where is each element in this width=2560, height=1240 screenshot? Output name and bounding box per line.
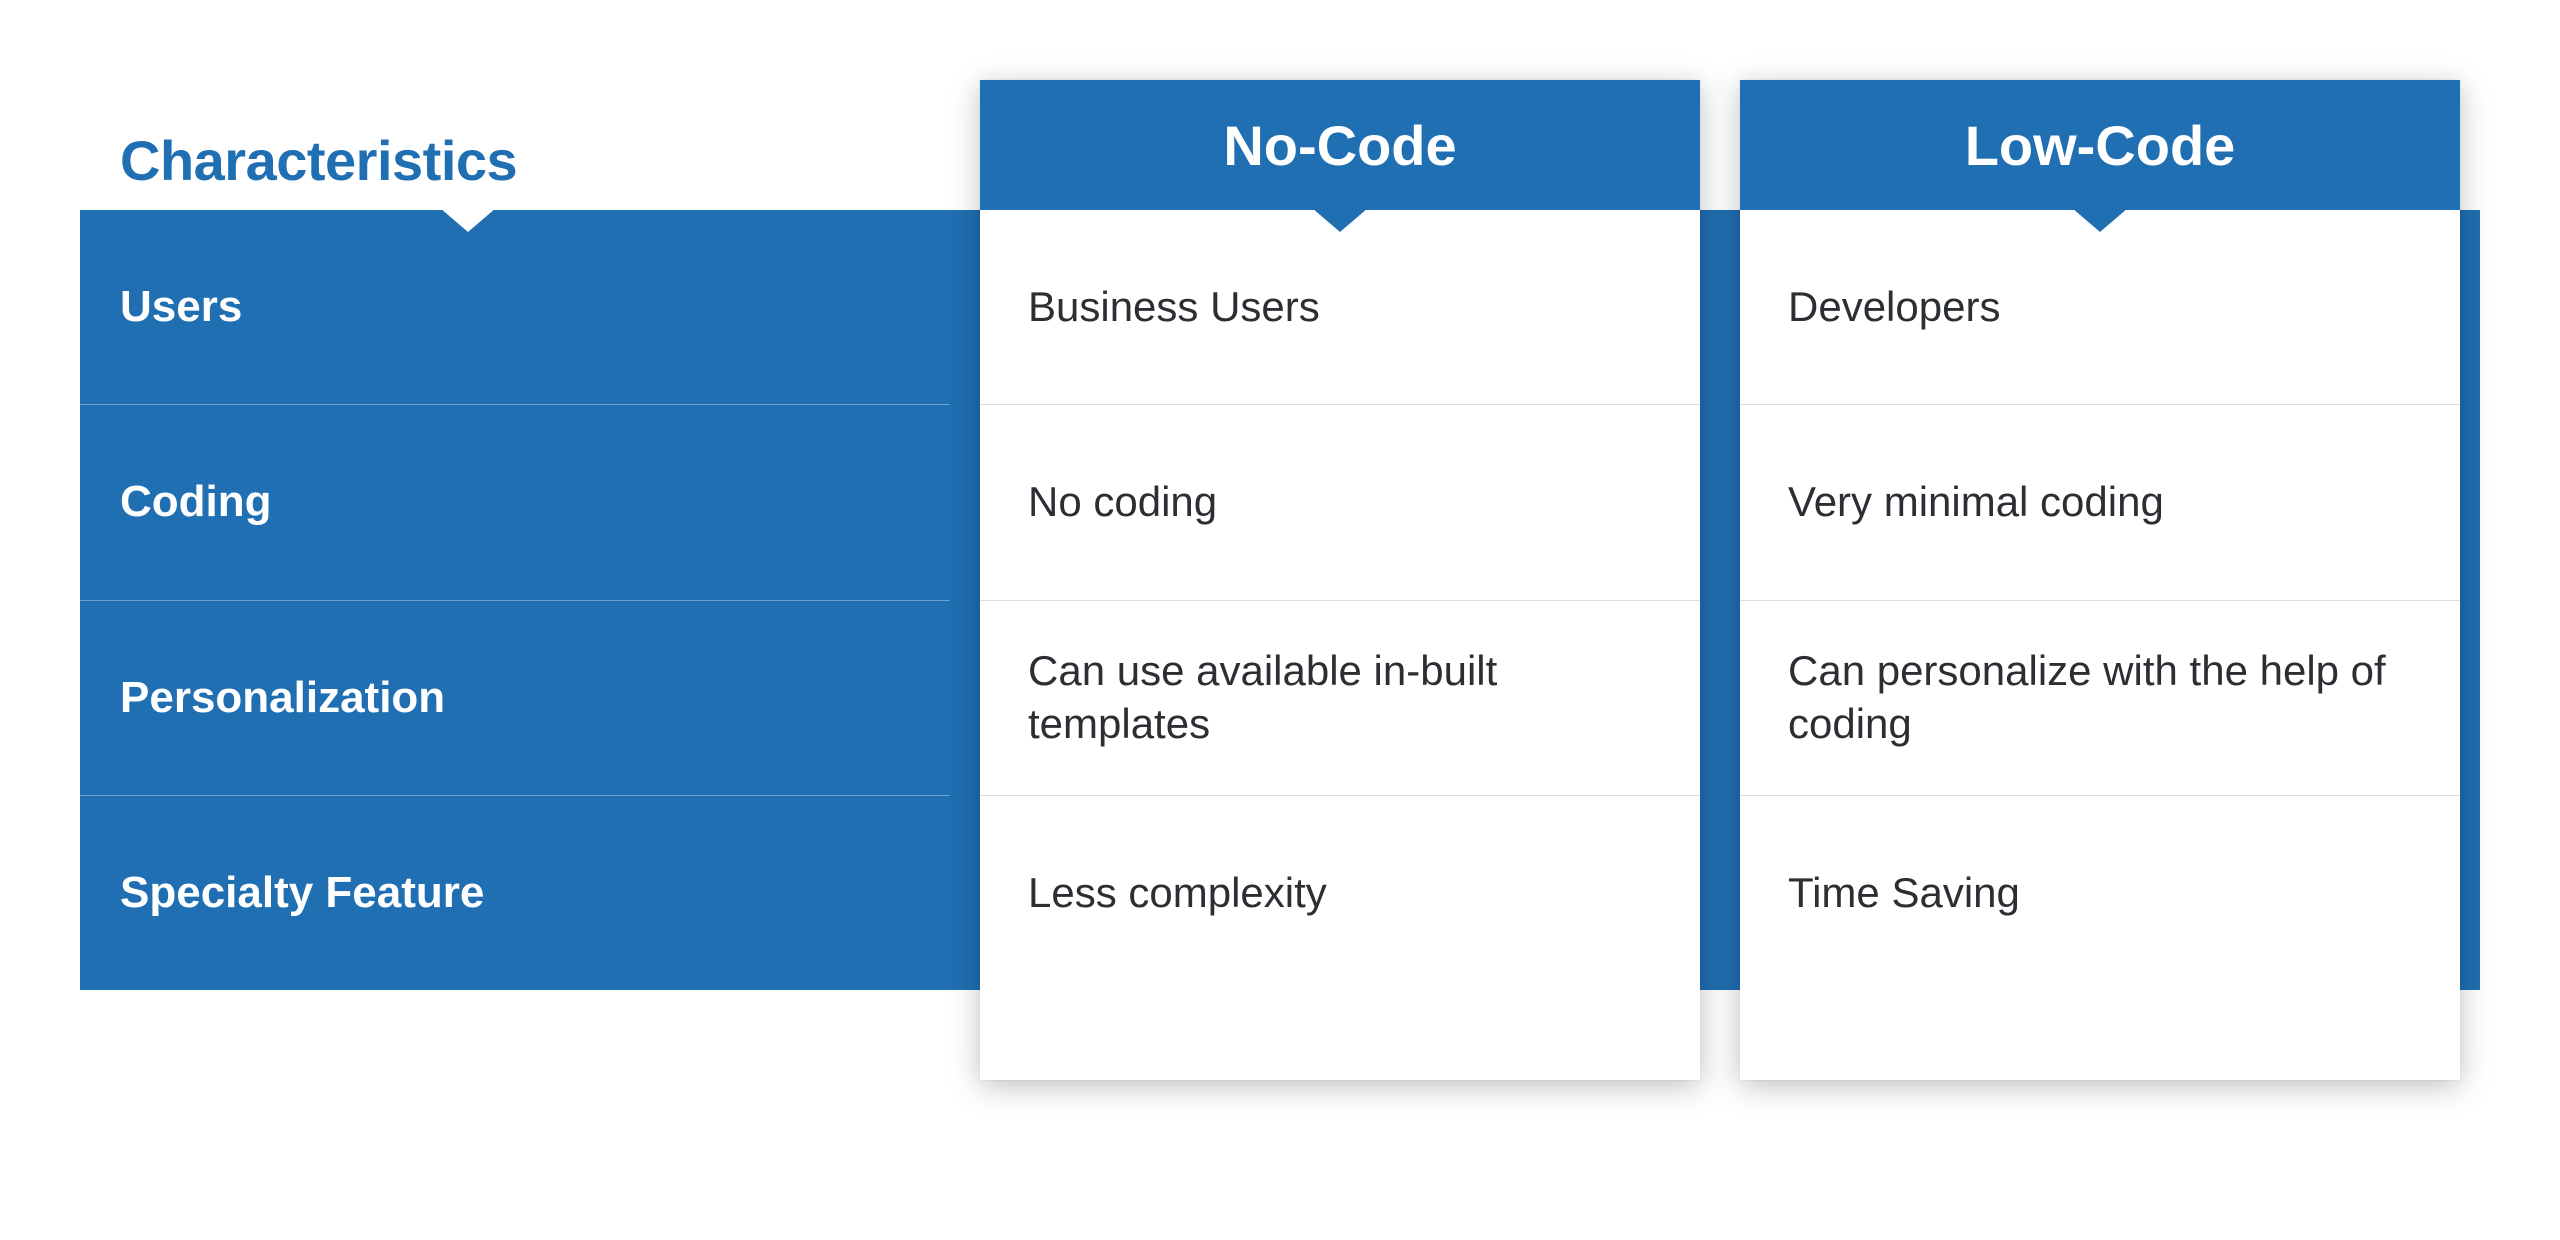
low-code-body: Developers Very minimal coding Can perso…: [1740, 210, 2460, 990]
no-code-header-label: No-Code: [1223, 113, 1456, 178]
low-code-users: Developers: [1740, 210, 2460, 404]
no-code-header: No-Code: [980, 80, 1700, 210]
low-code-coding: Very minimal coding: [1740, 404, 2460, 599]
low-code-header: Low-Code: [1740, 80, 2460, 210]
no-code-specialty: Less complexity: [980, 795, 1700, 990]
chevron-down-icon: [1312, 208, 1368, 232]
row-label-users: Users: [80, 210, 950, 404]
no-code-column: No-Code Business Users No coding Can use…: [980, 80, 1700, 1080]
low-code-header-label: Low-Code: [1965, 113, 2236, 178]
chevron-down-icon: [2072, 208, 2128, 232]
low-code-personalization: Can personalize with the help of coding: [1740, 600, 2460, 795]
low-code-specialty: Time Saving: [1740, 795, 2460, 990]
card-footer-space: [980, 990, 1700, 1080]
row-label-coding: Coding: [80, 404, 950, 599]
characteristics-column: Characteristics Users Coding Personaliza…: [80, 110, 950, 990]
row-label-specialty: Specialty Feature: [80, 795, 950, 990]
characteristics-header: Characteristics: [80, 110, 950, 210]
no-code-users: Business Users: [980, 210, 1700, 404]
card-footer-space: [1740, 990, 2460, 1080]
row-label-personalization: Personalization: [80, 600, 950, 795]
chevron-down-icon: [440, 208, 496, 232]
no-code-coding: No coding: [980, 404, 1700, 599]
no-code-personalization: Can use available in-built templates: [980, 600, 1700, 795]
no-code-body: Business Users No coding Can use availab…: [980, 210, 1700, 990]
comparison-table: Characteristics Users Coding Personaliza…: [80, 110, 2480, 1110]
characteristics-body: Users Coding Personalization Specialty F…: [80, 210, 950, 990]
characteristics-header-label: Characteristics: [120, 128, 517, 193]
low-code-column: Low-Code Developers Very minimal coding …: [1740, 80, 2460, 1080]
